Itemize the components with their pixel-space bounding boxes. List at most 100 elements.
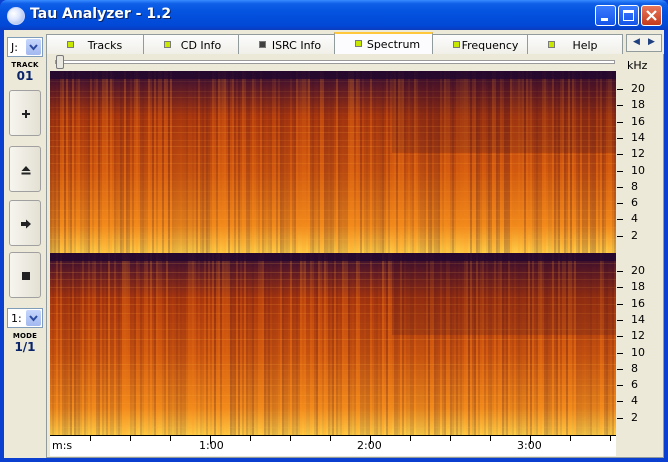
time-tick [450, 436, 451, 441]
close-icon [646, 10, 657, 21]
frequency-tick [617, 137, 623, 139]
frequency-tick-label: 2 [631, 228, 638, 242]
frequency-tick-label: 6 [631, 196, 638, 210]
frequency-tick [617, 368, 623, 370]
frequency-tick-label: 8 [631, 179, 638, 193]
frequency-tick-label: 10 [631, 345, 645, 359]
frequency-tick-label: 20 [631, 264, 645, 277]
frequency-tick-label: 8 [631, 361, 638, 375]
title-bar[interactable]: Tau Analyzer - 1.2 [0, 0, 668, 30]
app-window: Tau Analyzer - 1.2 J: TRACK 01 1: MODE 1… [0, 0, 668, 462]
arrow-right-icon [21, 219, 31, 229]
frequency-tick-label: 6 [631, 378, 638, 392]
tab-scroll-buttons[interactable]: ◀ ▶ [626, 34, 662, 52]
tab-help[interactable]: Help [527, 34, 623, 54]
frequency-tick [617, 186, 623, 188]
frequency-tick-label: 2 [631, 410, 638, 424]
app-icon [7, 7, 25, 25]
time-axis: m:s 1:00 2:00 3:00 [50, 435, 616, 456]
tab-tracks[interactable]: Tracks [46, 34, 144, 54]
frequency-tick-label: 4 [631, 212, 638, 226]
frequency-tick [617, 271, 623, 272]
tab-frequency[interactable]: Frequency [432, 34, 528, 54]
frequency-tick [617, 303, 623, 305]
frequency-tick-label: 16 [631, 114, 645, 128]
spectrogram-right-channel [50, 253, 616, 435]
frequency-tick [617, 319, 623, 321]
client-area: J: TRACK 01 1: MODE 1/1 Tracks CD Info I… [4, 30, 664, 458]
frequency-tick [617, 170, 623, 172]
tab-isrc-info[interactable]: ISRC Info [238, 34, 335, 54]
time-tick [170, 436, 171, 441]
tab-cd-info[interactable]: CD Info [143, 34, 239, 54]
minimize-button[interactable] [595, 5, 616, 26]
chevron-right-icon[interactable]: ▶ [648, 37, 655, 47]
next-button[interactable] [9, 200, 41, 246]
eject-button[interactable] [9, 146, 41, 192]
frequency-tick-label: 12 [631, 329, 645, 343]
left-panel: J: TRACK 01 1: MODE 1/1 [6, 32, 44, 456]
frequency-tick [617, 203, 623, 205]
track-label: TRACK [11, 61, 39, 69]
frequency-axis-top: 20 18 16 14 12 10 8 6 4 2 [617, 71, 661, 253]
tab-label: Spectrum [366, 38, 421, 51]
chevron-down-icon[interactable] [26, 310, 41, 326]
tab-bar: Tracks CD Info ISRC Info Spectrum Freque… [46, 32, 664, 55]
time-tick-label: 1:00 [199, 439, 224, 452]
frequency-tick [617, 417, 623, 419]
stop-button[interactable] [9, 252, 41, 298]
frequency-tick [617, 89, 623, 90]
maximize-icon [623, 10, 634, 21]
time-tick [90, 436, 91, 441]
tab-label: ISRC Info [271, 39, 322, 52]
stop-icon [22, 272, 30, 280]
drive-select[interactable]: J: [7, 37, 43, 57]
mode-select-value: 1: [11, 312, 22, 325]
time-tick [490, 436, 491, 441]
eject-icon [21, 166, 31, 175]
time-unit-label: m:s [52, 439, 73, 452]
frequency-tick [617, 336, 623, 338]
close-button[interactable] [641, 5, 662, 26]
drive-select-value: J: [11, 41, 18, 54]
time-tick [130, 436, 131, 441]
mode-value: 1/1 [14, 340, 36, 354]
frequency-tick [617, 235, 623, 237]
frequency-tick-label: 14 [631, 130, 645, 144]
frequency-tick [617, 352, 623, 354]
chevron-down-icon[interactable] [26, 39, 41, 55]
tab-label: Help [572, 39, 598, 52]
time-tick [210, 436, 211, 444]
frequency-tick-label: 10 [631, 163, 645, 177]
frequency-tick-label: 12 [631, 147, 645, 161]
time-tick [610, 436, 611, 441]
frequency-axis-bottom: 20 18 16 14 12 10 8 6 4 2 [617, 253, 661, 435]
tab-label: Tracks [87, 39, 123, 52]
mode-select[interactable]: 1: [7, 308, 43, 328]
spectrogram-left-channel [50, 71, 616, 253]
chevron-left-icon[interactable]: ◀ [633, 37, 640, 47]
maximize-button[interactable] [618, 5, 639, 26]
frequency-tick-label: 18 [631, 280, 645, 294]
time-tick [570, 436, 571, 441]
slider-thumb[interactable] [56, 55, 64, 69]
frequency-tick [617, 121, 623, 123]
position-slider[interactable] [55, 55, 615, 69]
mode-label: MODE [12, 332, 38, 340]
frequency-tick [617, 154, 623, 156]
frequency-tick-label: 18 [631, 98, 645, 112]
add-button[interactable] [9, 90, 41, 136]
tab-label: Frequency [461, 39, 519, 52]
frequency-tick-label: 16 [631, 296, 645, 310]
time-tick [410, 436, 411, 441]
frequency-tick [617, 385, 623, 387]
spectrum-pane: kHz 20 18 16 14 12 10 8 6 4 2 20 18 16 14 12 10 8 6 4 2 m:… [46, 54, 664, 458]
plus-icon [22, 110, 30, 118]
frequency-tick [617, 219, 623, 221]
tab-spectrum[interactable]: Spectrum [334, 32, 433, 55]
frequency-tick-label: 14 [631, 312, 645, 326]
tab-label: CD Info [180, 39, 222, 52]
window-title: Tau Analyzer - 1.2 [30, 6, 172, 22]
frequency-tick [617, 401, 623, 403]
time-tick [330, 436, 331, 441]
